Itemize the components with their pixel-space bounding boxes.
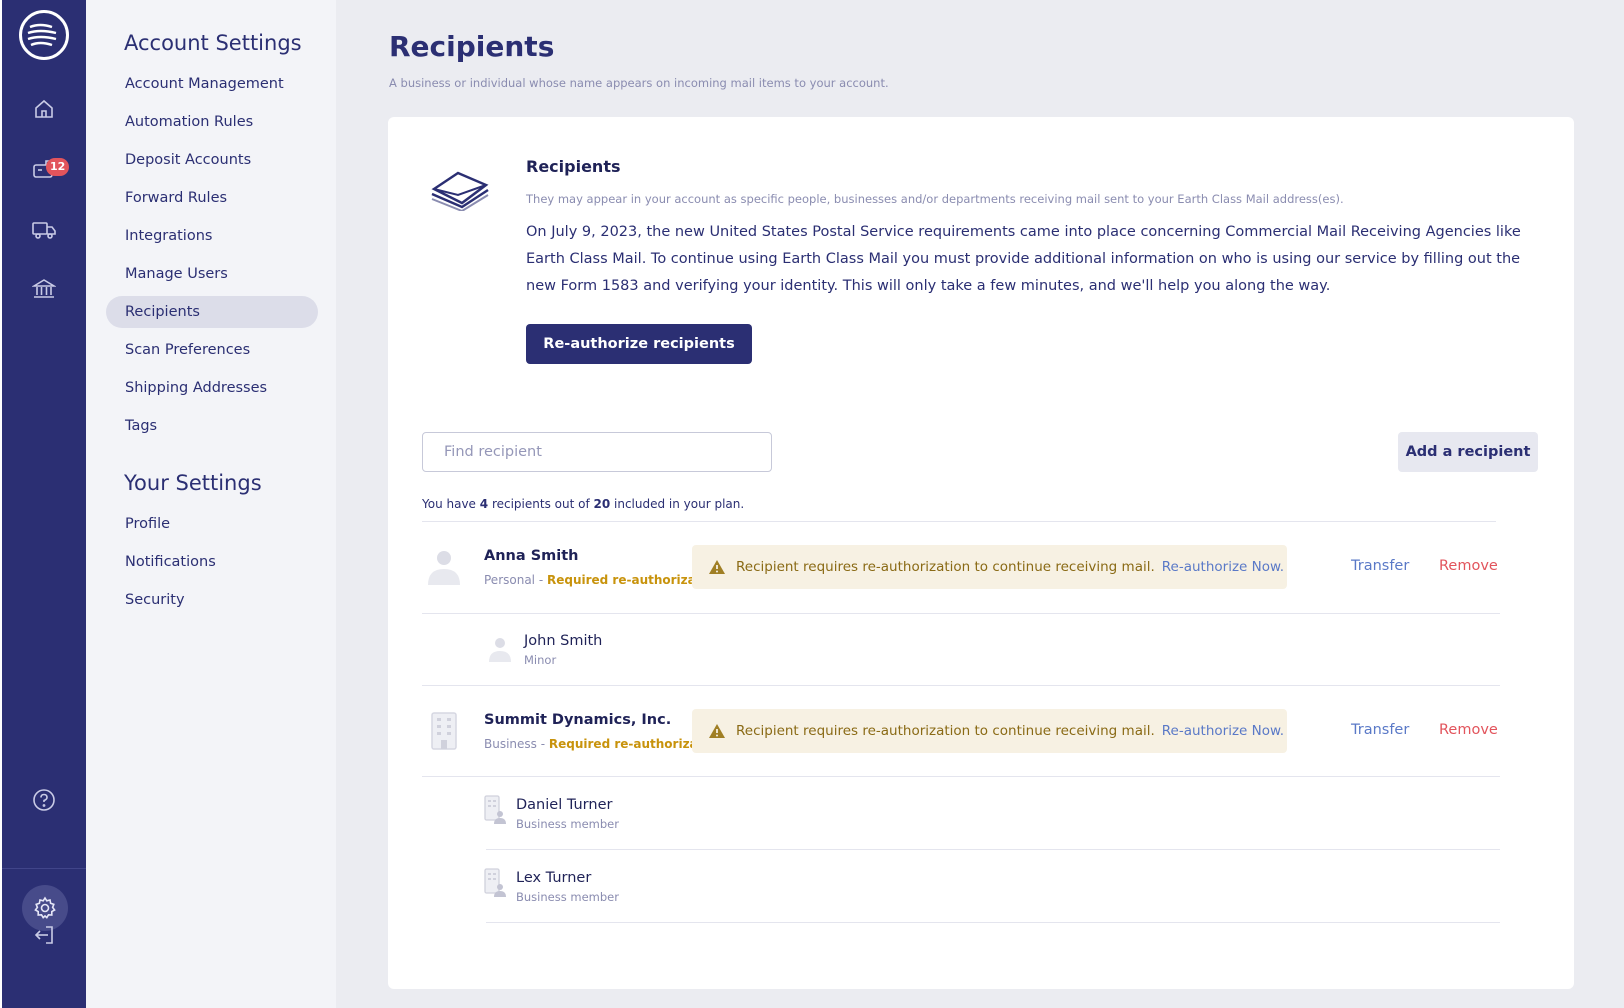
- earth-class-mail-logo-icon[interactable]: [19, 10, 69, 60]
- your-settings-heading: Your Settings: [124, 471, 262, 495]
- find-recipient-input[interactable]: [422, 432, 772, 472]
- account-settings-heading: Account Settings: [124, 31, 302, 55]
- page-title: Recipients: [389, 30, 555, 63]
- add-recipient-button[interactable]: Add a recipient: [1398, 432, 1538, 472]
- settings-sidebar: Account Settings Account Management Auto…: [86, 0, 336, 1008]
- divider: [486, 922, 1500, 923]
- nav-item-security[interactable]: Security: [106, 584, 318, 616]
- reauthorize-recipients-button[interactable]: Re-authorize recipients: [526, 324, 752, 364]
- remove-link[interactable]: Remove: [1439, 722, 1498, 738]
- divider: [422, 613, 1500, 614]
- divider: [422, 776, 1500, 777]
- member-name[interactable]: Daniel Turner: [516, 797, 612, 813]
- help-icon[interactable]: [29, 785, 59, 815]
- bank-icon[interactable]: [29, 274, 59, 304]
- nav-item-integrations[interactable]: Integrations: [106, 220, 318, 252]
- reauthorize-now-link[interactable]: Re-authorize Now.: [1162, 723, 1284, 739]
- recipient-count: 4: [479, 497, 489, 511]
- nav-item-manage-users[interactable]: Manage Users: [106, 258, 318, 290]
- intro-subtitle: They may appear in your account as speci…: [526, 192, 1344, 206]
- nav-item-deposit-accounts[interactable]: Deposit Accounts: [106, 144, 318, 176]
- rail-divider: [2, 868, 86, 869]
- nav-item-recipients[interactable]: Recipients: [106, 296, 318, 328]
- member-name[interactable]: John Smith: [524, 633, 602, 649]
- recipient-name[interactable]: Summit Dynamics, Inc.: [484, 712, 671, 728]
- nav-item-tags[interactable]: Tags: [106, 410, 318, 442]
- person-avatar-icon: [488, 637, 512, 667]
- nav-item-account-management[interactable]: Account Management: [106, 68, 318, 100]
- reauthorization-warning: Recipient requires re-authorization to c…: [692, 709, 1287, 753]
- mail-stack-icon: [428, 167, 492, 215]
- truck-icon[interactable]: [29, 214, 59, 244]
- icon-rail: 12: [2, 0, 86, 1008]
- recipient-limit: 20: [593, 497, 611, 511]
- reauthorization-warning: Recipient requires re-authorization to c…: [692, 545, 1287, 589]
- intro-title: Recipients: [526, 157, 621, 176]
- business-member-icon: [484, 868, 506, 902]
- nav-item-scan-preferences[interactable]: Scan Preferences: [106, 334, 318, 366]
- member-name[interactable]: Lex Turner: [516, 870, 591, 886]
- reauthorize-now-link[interactable]: Re-authorize Now.: [1162, 559, 1284, 575]
- nav-item-notifications[interactable]: Notifications: [106, 546, 318, 578]
- nav-item-automation-rules[interactable]: Automation Rules: [106, 106, 318, 138]
- nav-item-profile[interactable]: Profile: [106, 508, 318, 540]
- recipient-name[interactable]: Anna Smith: [484, 548, 578, 564]
- divider: [422, 521, 1496, 522]
- member-role: Business member: [516, 817, 619, 831]
- notification-badge: 12: [46, 158, 70, 176]
- plan-usage-text: You have 4 recipients out of 20 included…: [422, 497, 745, 511]
- main-content: Recipients A business or individual whos…: [336, 0, 1624, 1008]
- page-subtitle: A business or individual whose name appe…: [389, 76, 889, 90]
- recipient-meta: Business - Required re-authorization: [484, 737, 725, 751]
- warning-icon: [709, 560, 725, 574]
- building-avatar-icon: [430, 711, 458, 755]
- remove-link[interactable]: Remove: [1439, 558, 1498, 574]
- nav-item-forward-rules[interactable]: Forward Rules: [106, 182, 318, 214]
- logout-icon[interactable]: [29, 920, 59, 950]
- recipients-card: Recipients They may appear in your accou…: [388, 117, 1574, 989]
- transfer-link[interactable]: Transfer: [1351, 722, 1409, 738]
- business-member-icon: [484, 795, 506, 829]
- nav-item-shipping-addresses[interactable]: Shipping Addresses: [106, 372, 318, 404]
- usps-notice-text: On July 9, 2023, the new United States P…: [526, 224, 1521, 294]
- transfer-link[interactable]: Transfer: [1351, 558, 1409, 574]
- member-role: Minor: [524, 653, 557, 667]
- member-role: Business member: [516, 890, 619, 904]
- divider: [486, 849, 1500, 850]
- home-icon[interactable]: [29, 94, 59, 124]
- recipient-meta: Personal - Required re-authorization: [484, 573, 723, 587]
- divider: [422, 685, 1500, 686]
- warning-icon: [709, 724, 725, 738]
- person-avatar-icon: [426, 549, 462, 591]
